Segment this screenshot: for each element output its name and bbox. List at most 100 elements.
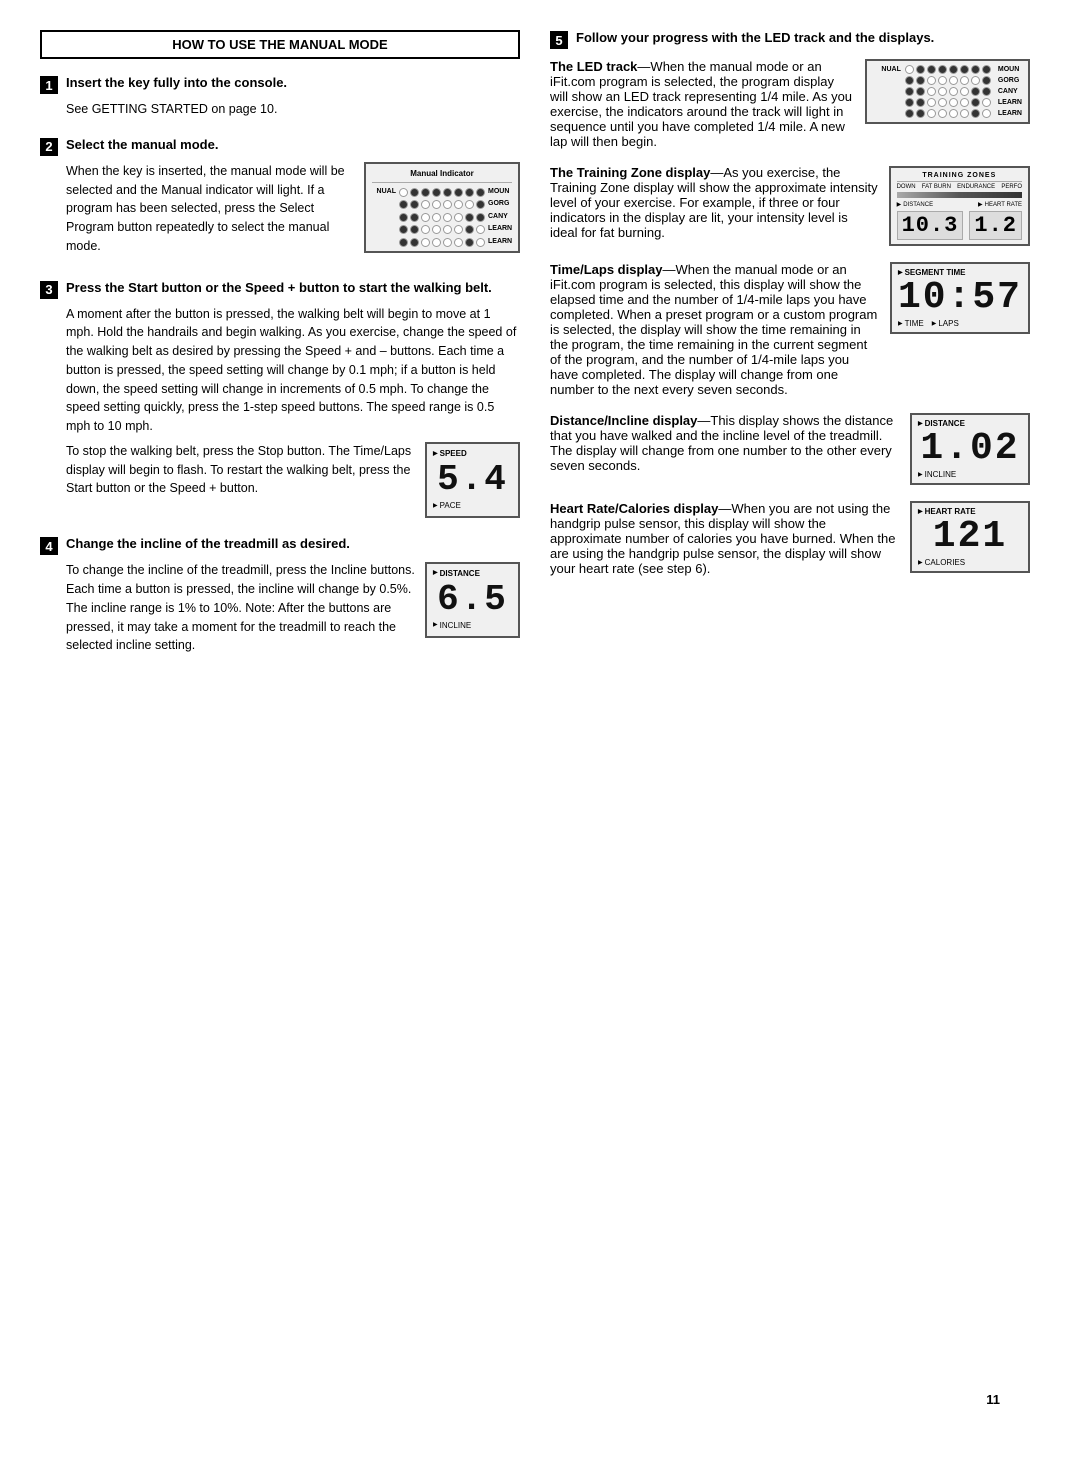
led-dot (960, 76, 969, 85)
mi-dot (432, 188, 441, 197)
mi-dot (410, 213, 419, 222)
led-dot (971, 98, 980, 107)
led-dot (916, 98, 925, 107)
step-1-block: 1 Insert the key fully into the console.… (40, 75, 520, 119)
distance-incline-section: Distance/Incline dis­play—This display s… (550, 413, 1030, 485)
distance-incline-inner: Distance/Incline dis­play—This display s… (550, 413, 1030, 485)
time-laps-section: Time/Laps display—When the manual mode o… (550, 262, 1030, 397)
heart-rate-inner: Heart Rate/Calories display—When you are… (550, 501, 1030, 576)
mi-row-5: LEARN (372, 237, 512, 248)
led-track-section: The LED track—When the manual mode or an… (550, 59, 1030, 149)
led-dots-4 (905, 98, 991, 107)
led-dot (927, 65, 936, 74)
incline-label-top: DISTANCE (433, 568, 512, 580)
time-laps-label-bottom: TIME LAPS (898, 319, 1022, 328)
led-side-4: LEARN (998, 99, 1022, 106)
led-dot (927, 87, 936, 96)
step-3-label: Press the Start button or the Speed + bu… (66, 280, 492, 295)
tz-number-1: 10.3 (897, 211, 964, 240)
led-track-body: The LED track—When the manual mode or an… (550, 59, 855, 149)
led-dot (960, 87, 969, 96)
step-3-title: 3 Press the Start button or the Speed + … (40, 280, 520, 299)
led-dot (927, 98, 936, 107)
step-3-body: A moment after the button is pressed, th… (66, 305, 520, 519)
step-5-label: Follow your progress with the LED track … (576, 30, 934, 45)
step-2-text-content: When the key is inserted, the manual mod… (66, 162, 354, 262)
led-dot (971, 65, 980, 74)
incline-number: 6.5 (437, 582, 508, 618)
led-dot (960, 98, 969, 107)
led-dot (927, 109, 936, 118)
led-dot (982, 87, 991, 96)
time-laps-body: Time/Laps display—When the manual mode o… (550, 262, 880, 397)
mi-dot (454, 200, 463, 209)
led-dot (971, 87, 980, 96)
tz-zone-endurance: ENDURANCE (957, 184, 995, 190)
training-zone-section: The Training Zone dis­play—As you exerci… (550, 165, 1030, 246)
led-dot (949, 65, 958, 74)
step-2-title: 2 Select the manual mode. (40, 137, 520, 156)
tz-numbers: 10.3 1.2 (897, 211, 1022, 240)
training-zone-figure: TRAINING ZONES DOWN FAT BURN ENDURANCE P… (889, 165, 1030, 246)
led-row-1: NUAL (873, 65, 1022, 74)
mi-row-3: CANY (372, 212, 512, 223)
led-dot (960, 109, 969, 118)
mi-dot (465, 238, 474, 247)
mi-dot (421, 238, 430, 247)
manual-indicator-title: Manual Indicator (372, 168, 512, 183)
distance-incline-figure: DISTANCE 1.02 INCLINE (910, 413, 1030, 485)
mi-row-4: LEARN (372, 224, 512, 235)
right-column: 5 Follow your progress with the LED trac… (550, 30, 1030, 679)
distance-incline-number: 1.02 (920, 430, 1019, 468)
led-dot (905, 109, 914, 118)
mi-dots-2 (399, 200, 485, 209)
led-dot (949, 87, 958, 96)
tz-bar (897, 192, 1022, 198)
step-1-label: Insert the key fully into the console. (66, 75, 287, 90)
mi-side-label-5: LEARN (488, 237, 512, 248)
led-dot (938, 109, 947, 118)
led-dot (971, 76, 980, 85)
incline-label-bottom: INCLINE (433, 620, 512, 632)
mi-dot (399, 188, 408, 197)
mi-dot (476, 213, 485, 222)
heart-rate-text: Heart Rate/Calories display—When you are… (550, 501, 900, 576)
led-row-2: GORG (873, 76, 1022, 85)
led-dots-2 (905, 76, 991, 85)
led-dot (949, 98, 958, 107)
mi-dot (454, 188, 463, 197)
mi-side-label-1: MOUN (488, 187, 512, 198)
step-1-text: See GETTING STARTED on page 10. (66, 100, 520, 119)
step-3-figure: SPEED 5.4 PACE (425, 442, 520, 519)
time-laps-text: Time/Laps display—When the manual mode o… (550, 262, 880, 397)
training-zones-display: TRAINING ZONES DOWN FAT BURN ENDURANCE P… (889, 166, 1030, 246)
mi-dot (421, 188, 430, 197)
led-dot (916, 109, 925, 118)
mi-dot (421, 225, 430, 234)
heart-rate-label-bottom: CALORIES (918, 558, 1022, 567)
led-dots-3 (905, 87, 991, 96)
mi-dot (399, 238, 408, 247)
mi-dot (465, 200, 474, 209)
mi-dot (465, 225, 474, 234)
mi-dot (443, 238, 452, 247)
heart-rate-display: HEART RATE 121 CALORIES (910, 501, 1030, 573)
tz-number-2: 1.2 (969, 211, 1022, 240)
training-zone-inner: The Training Zone dis­play—As you exerci… (550, 165, 1030, 246)
mi-dot (432, 225, 441, 234)
mi-dot (454, 225, 463, 234)
mi-dots-5 (399, 238, 485, 247)
time-label: TIME (898, 319, 924, 328)
heart-rate-number: 121 (933, 518, 1007, 556)
led-dots-5 (905, 109, 991, 118)
page-wrapper: HOW TO USE THE MANUAL MODE 1 Insert the … (40, 30, 1040, 1427)
time-laps-display: SEGMENT TIME 10:57 TIME LAPS (890, 262, 1030, 334)
led-track-title-text: The LED track (550, 59, 637, 74)
distance-label-top: DISTANCE (433, 568, 480, 580)
tz-distance-label: ▶DISTANCE (897, 201, 934, 208)
led-track-text: The LED track—When the manual mode or an… (550, 59, 855, 149)
led-dots-1 (905, 65, 991, 74)
mi-dot (410, 238, 419, 247)
led-track-figure: NUAL (865, 59, 1030, 124)
mi-dot (465, 188, 474, 197)
